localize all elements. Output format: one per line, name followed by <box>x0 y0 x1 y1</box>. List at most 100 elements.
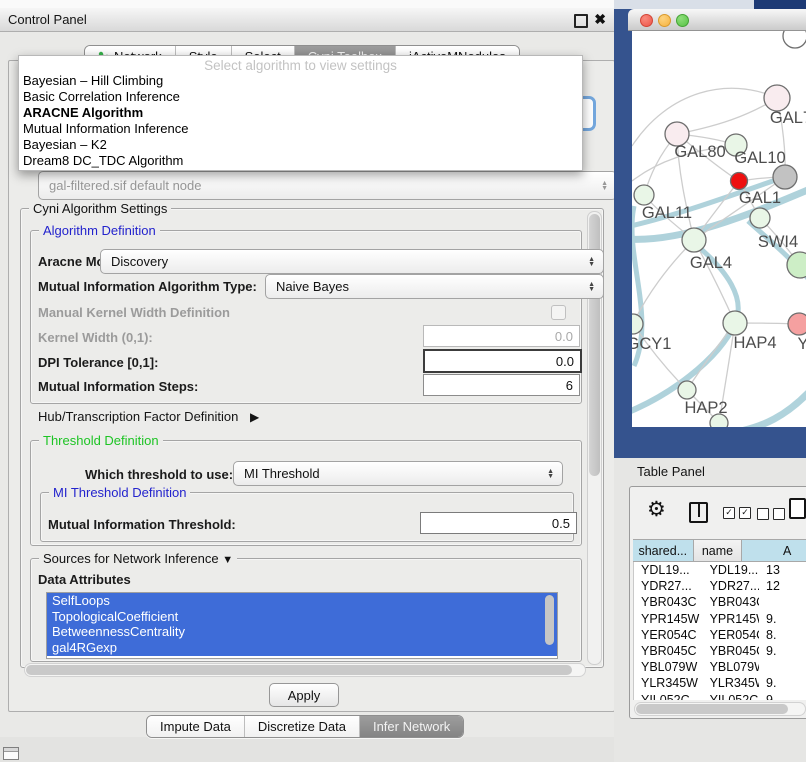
table-cell <box>759 594 806 610</box>
network-node-gal11[interactable] <box>634 185 654 205</box>
scrollbar-thumb[interactable] <box>26 665 572 675</box>
network-window-titlebar[interactable] <box>628 9 806 31</box>
node-table: shared...nameA YDL19...YDL19...13YDR27..… <box>633 539 806 716</box>
close-icon[interactable]: ✖ <box>594 11 606 28</box>
column-header-1[interactable]: shared... <box>633 540 694 561</box>
list-scrollbar-thumb[interactable] <box>545 595 554 645</box>
network-node-y[interactable] <box>788 313 806 335</box>
network-node[interactable] <box>750 208 770 228</box>
column-header-2[interactable]: name <box>694 540 743 561</box>
table-row[interactable]: YBR045CYBR045C9. <box>634 643 806 659</box>
node-label: SWI4 <box>758 233 798 251</box>
select-all-columns-icon[interactable]: ✓ ✓ <box>723 507 751 519</box>
algorithm-option[interactable]: Mutual Information Inference <box>19 121 582 137</box>
mi-threshold-label: Mutual Information Threshold: <box>48 517 236 532</box>
minimize-traffic-light-icon[interactable] <box>658 14 671 27</box>
table-cell: YBR043C <box>634 594 703 610</box>
table-cell: YDR27... <box>703 578 759 594</box>
aracne-mode-value: Discovery <box>111 254 168 269</box>
tab-label: Discretize Data <box>258 716 346 737</box>
table-row[interactable]: YIL052CYIL052C9 <box>634 692 806 701</box>
table-cell: YIL052C <box>703 692 759 701</box>
network-node-swi4[interactable] <box>787 252 806 278</box>
aracne-mode-combobox[interactable]: Discovery ▲▼ <box>100 249 604 274</box>
network-node-gal4[interactable] <box>682 228 706 252</box>
column-header-3[interactable]: A <box>742 540 806 561</box>
table-cell: YDR27... <box>634 578 703 594</box>
table-row[interactable]: YBR043CYBR043C <box>634 594 806 610</box>
algorithm-option[interactable]: Bayesian – K2 <box>19 137 582 153</box>
minimized-panel-icon[interactable] <box>3 747 19 760</box>
table-cell: YER054C <box>634 627 703 643</box>
scrollbar-thumb[interactable] <box>636 704 788 714</box>
network-node[interactable] <box>773 165 797 189</box>
threshold-definition-title: Threshold Definition <box>39 433 163 448</box>
apply-button[interactable]: Apply <box>269 683 339 707</box>
network-view-canvas[interactable]: GAL7GAL80GAL10GAL1SWI4GAL11GAL4GCY1HAP4Y… <box>632 31 806 427</box>
table-data-combobox[interactable]: gal-filtered.sif default node ▲▼ <box>38 171 617 200</box>
dpi-tolerance-field[interactable]: 0.0 <box>423 349 582 373</box>
table-cell: 9 <box>759 692 806 701</box>
table-cell: 9. <box>759 675 806 691</box>
mi-algorithm-type-label: Mutual Information Algorithm Type: <box>38 279 257 294</box>
node-label: HAP4 <box>733 334 776 352</box>
network-node-gal7[interactable] <box>764 85 790 111</box>
mi-steps-field[interactable]: 6 <box>423 374 580 396</box>
expander-expanded-icon[interactable]: ▼ <box>222 554 233 566</box>
table-cell: YLR345W <box>703 675 759 691</box>
network-node[interactable] <box>783 31 806 48</box>
float-window-icon[interactable] <box>574 14 588 28</box>
table-row[interactable]: YDR27...YDR27...12 <box>634 578 806 594</box>
mi-algorithm-type-combobox[interactable]: Naive Bayes ▲▼ <box>265 274 604 299</box>
combo-arrows-icon: ▲▼ <box>547 469 554 479</box>
data-attribute-item-selected[interactable]: gal4RGexp <box>47 640 557 656</box>
algorithm-option[interactable]: ARACNE Algorithm <box>19 105 582 121</box>
settings-horizontal-scrollbar[interactable] <box>24 663 586 677</box>
data-attribute-item-selected[interactable]: SelfLoops <box>47 593 557 609</box>
table-row[interactable]: YBL079WYBL079W <box>634 659 806 675</box>
node-label: GAL11 <box>642 204 692 222</box>
algorithm-option[interactable]: Dream8 DC_TDC Algorithm <box>19 153 582 169</box>
node-label: Y <box>797 335 806 353</box>
manual-kernel-width-checkbox[interactable] <box>551 305 566 320</box>
data-attributes-label: Data Attributes <box>38 572 131 587</box>
table-panel-window: ⚙ ✓ ✓ shared...nameA YDL19...YDL19...13Y… <box>629 486 806 719</box>
network-node-gal1[interactable] <box>731 173 748 190</box>
node-label: GCY1 <box>632 335 671 353</box>
subtab-impute-data[interactable]: Impute Data <box>147 716 244 737</box>
network-node-hap4[interactable] <box>723 311 747 335</box>
algorithm-option[interactable]: Basic Correlation Inference <box>19 89 582 105</box>
subtab-discretize-data[interactable]: Discretize Data <box>244 716 359 737</box>
table-cell: 13 <box>759 562 806 578</box>
table-row[interactable]: YDL19...YDL19...13 <box>634 562 806 578</box>
table-horizontal-scrollbar[interactable] <box>634 702 806 716</box>
table-row[interactable]: YLR345WYLR345W9. <box>634 675 806 691</box>
columns-icon[interactable] <box>689 502 708 523</box>
zoom-traffic-light-icon[interactable] <box>676 14 689 27</box>
kernel-width-field[interactable]: 0.0 <box>423 325 580 347</box>
data-attribute-item-selected[interactable]: TopologicalCoefficient <box>47 609 557 625</box>
hub-definition-expander[interactable]: Hub/Transcription Factor Definition ▶ <box>38 409 259 424</box>
subtab-infer-network[interactable]: Infer Network <box>359 716 463 737</box>
table-cell: YPR145W <box>703 611 759 627</box>
table-row[interactable]: YPR145WYPR145W9. <box>634 611 806 627</box>
table-row[interactable]: YER054CYER054C8. <box>634 627 806 643</box>
export-table-icon[interactable] <box>789 498 806 519</box>
table-cell: YER054C <box>703 627 759 643</box>
mi-threshold-field[interactable]: 0.5 <box>420 512 577 534</box>
node-label: GAL1 <box>739 189 781 207</box>
which-threshold-combobox[interactable]: MI Threshold ▲▼ <box>233 461 563 486</box>
algorithm-option[interactable]: Bayesian – Hill Climbing <box>19 73 582 89</box>
network-node-hap2[interactable] <box>678 381 696 399</box>
table-cell: YDL19... <box>634 562 703 578</box>
deselect-all-columns-icon[interactable] <box>757 508 785 520</box>
control-panel-title: Control Panel <box>0 12 87 27</box>
gear-icon[interactable]: ⚙ <box>647 497 666 522</box>
algorithm-list: Bayesian – Hill ClimbingBasic Correlatio… <box>19 73 582 169</box>
control-panel-titlebar[interactable]: Control Panel ✖ <box>0 8 614 32</box>
table-cell: YBL079W <box>703 659 759 675</box>
checked-checkbox-icon: ✓ <box>739 507 751 519</box>
data-attributes-list[interactable]: SelfLoopsTopologicalCoefficientBetweenne… <box>46 592 558 659</box>
close-traffic-light-icon[interactable] <box>640 14 653 27</box>
data-attribute-item-selected[interactable]: BetweennessCentrality <box>47 624 557 640</box>
